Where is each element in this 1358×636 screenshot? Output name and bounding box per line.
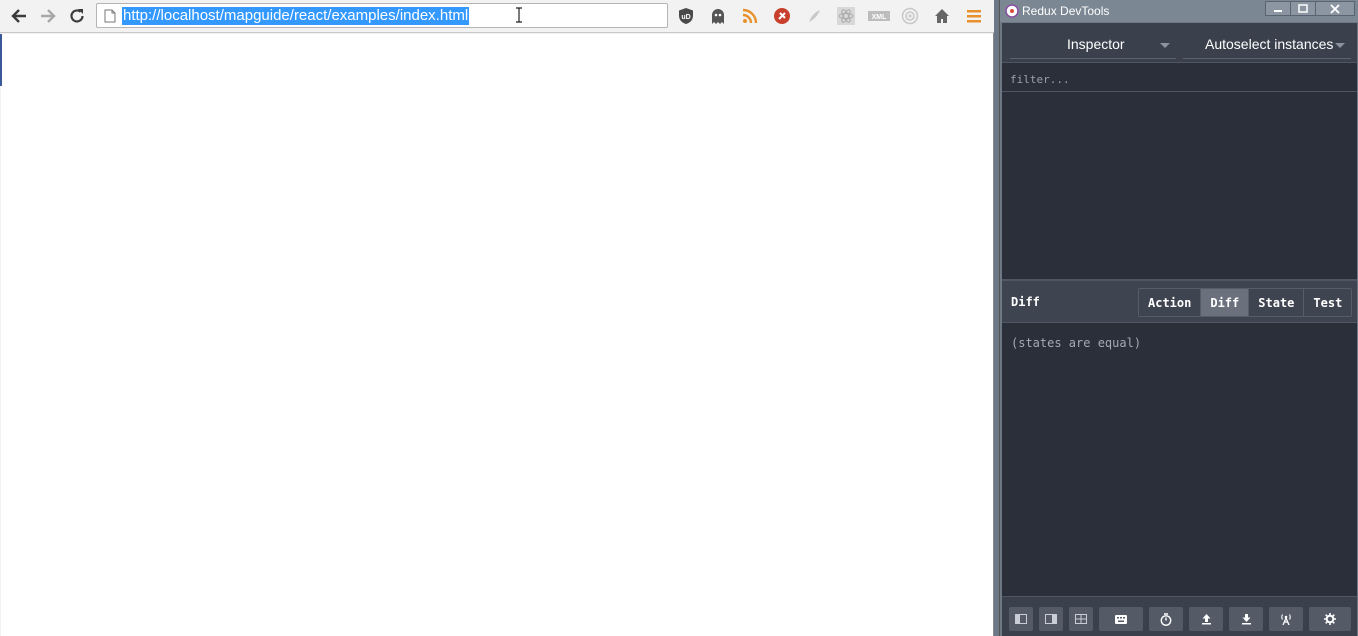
xml-button[interactable]: XML bbox=[868, 6, 890, 26]
rss-button[interactable] bbox=[740, 6, 760, 26]
settings-button[interactable] bbox=[1309, 607, 1351, 631]
inspector-tabs: Action Diff State Test bbox=[1138, 288, 1353, 317]
layout-right-icon bbox=[1045, 614, 1057, 624]
tab-diff[interactable]: Diff bbox=[1201, 289, 1250, 316]
tab-test[interactable]: Test bbox=[1304, 289, 1352, 316]
settings-icon bbox=[1324, 613, 1336, 625]
ghostery-icon bbox=[712, 9, 724, 24]
filter-bar bbox=[1002, 64, 1357, 92]
extension-grey-icon bbox=[809, 10, 820, 22]
ublock-icon: uD bbox=[679, 8, 693, 24]
layout-left-button[interactable] bbox=[1009, 607, 1033, 631]
layout-bottom-button[interactable] bbox=[1069, 607, 1093, 631]
home-icon bbox=[935, 9, 949, 23]
devtools-bottom-bar bbox=[1002, 596, 1357, 636]
chevron-down-icon bbox=[1160, 43, 1170, 48]
menu-button[interactable] bbox=[964, 6, 984, 26]
forward-button[interactable] bbox=[37, 5, 59, 27]
download-icon bbox=[1241, 614, 1251, 625]
menu-icon bbox=[967, 10, 981, 23]
chevron-down-icon bbox=[1335, 43, 1345, 48]
remote-icon bbox=[1281, 614, 1291, 625]
extension-grey-button[interactable] bbox=[804, 6, 824, 26]
svg-text:uD: uD bbox=[681, 14, 690, 21]
reload-button[interactable] bbox=[66, 5, 88, 27]
home-button[interactable] bbox=[932, 6, 952, 26]
page-viewport[interactable] bbox=[1, 34, 993, 636]
devtools-title: Redux DevTools bbox=[1022, 4, 1110, 18]
svg-text:XML: XML bbox=[872, 14, 888, 21]
text-cursor-icon bbox=[516, 7, 522, 23]
maximize-icon bbox=[1298, 4, 1308, 13]
action-list[interactable] bbox=[1002, 93, 1357, 279]
close-icon bbox=[1330, 3, 1340, 14]
browser-toolbar: http://localhost/mapguide/react/examples… bbox=[0, 0, 994, 33]
diff-panel: (states are equal) bbox=[1002, 324, 1357, 596]
devtools-header: Inspector Autoselect instances bbox=[1002, 23, 1357, 63]
filter-input[interactable] bbox=[1010, 71, 1340, 87]
monitor-select-label: Inspector bbox=[1067, 36, 1125, 52]
remote-button[interactable] bbox=[1269, 607, 1303, 631]
address-bar[interactable]: http://localhost/mapguide/react/examples… bbox=[96, 3, 668, 28]
radar-button[interactable] bbox=[900, 6, 920, 26]
xml-icon: XML bbox=[868, 11, 890, 21]
keyboard-icon bbox=[1115, 614, 1127, 624]
back-button[interactable] bbox=[8, 5, 30, 27]
redux-logo-icon bbox=[1005, 4, 1019, 18]
ghostery-button[interactable] bbox=[708, 6, 728, 26]
page-icon bbox=[104, 9, 116, 23]
inspector-tab-header: Diff Action Diff State Test bbox=[1002, 281, 1357, 323]
browser-window: http://localhost/mapguide/react/examples… bbox=[0, 0, 994, 636]
window-edge bbox=[0, 34, 2, 86]
redux-devtools-window: Redux DevTools Inspector Autoselect inst… bbox=[999, 0, 1358, 636]
timer-icon bbox=[1160, 612, 1172, 626]
tab-action[interactable]: Action bbox=[1139, 289, 1202, 316]
diff-message: (states are equal) bbox=[1011, 336, 1142, 350]
ublock-button[interactable]: uD bbox=[676, 6, 696, 26]
instance-select-label: Autoselect instances bbox=[1205, 36, 1334, 52]
react-devtools-button[interactable] bbox=[836, 6, 856, 26]
layout-right-button[interactable] bbox=[1039, 607, 1063, 631]
monitor-select[interactable]: Inspector bbox=[1010, 31, 1176, 59]
extension-red-button[interactable] bbox=[772, 6, 792, 26]
tab-title: Diff bbox=[1011, 295, 1040, 309]
url-text[interactable]: http://localhost/mapguide/react/examples… bbox=[122, 7, 470, 25]
minimize-icon bbox=[1274, 9, 1282, 12]
rss-icon bbox=[742, 8, 758, 24]
layout-bottom-icon bbox=[1075, 614, 1087, 624]
forward-arrow-icon bbox=[41, 9, 56, 23]
keyboard-button[interactable] bbox=[1099, 607, 1143, 631]
import-button[interactable] bbox=[1189, 607, 1223, 631]
timer-button[interactable] bbox=[1149, 607, 1183, 631]
layout-left-icon bbox=[1015, 614, 1027, 624]
export-button[interactable] bbox=[1229, 607, 1263, 631]
react-devtools-icon bbox=[837, 7, 855, 25]
radar-icon bbox=[901, 7, 919, 25]
devtools-body: Inspector Autoselect instances Diff Acti… bbox=[1002, 23, 1357, 636]
reload-icon bbox=[70, 9, 84, 23]
maximize-button[interactable] bbox=[1290, 1, 1316, 16]
back-arrow-icon bbox=[11, 9, 26, 23]
instance-select[interactable]: Autoselect instances bbox=[1183, 31, 1351, 59]
close-button[interactable] bbox=[1315, 1, 1355, 16]
upload-icon bbox=[1201, 614, 1211, 625]
minimize-button[interactable] bbox=[1265, 1, 1291, 16]
extension-red-icon bbox=[774, 8, 790, 24]
devtools-titlebar[interactable]: Redux DevTools bbox=[1000, 0, 1358, 22]
tab-state[interactable]: State bbox=[1249, 289, 1305, 316]
